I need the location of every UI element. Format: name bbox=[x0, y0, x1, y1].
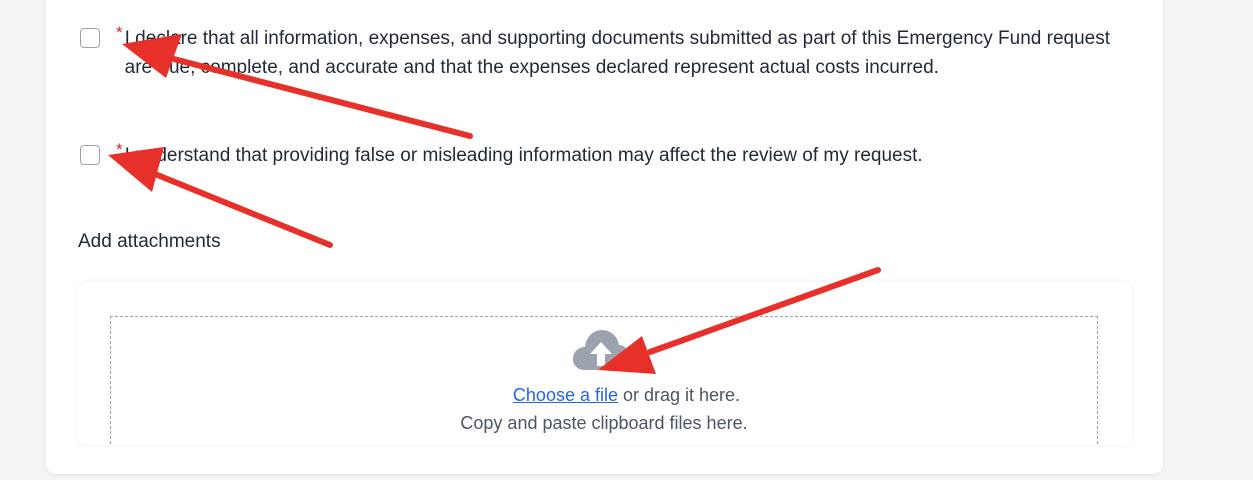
drag-text: or drag it here. bbox=[618, 385, 741, 405]
page-background-right bbox=[1163, 0, 1253, 480]
declaration-checkbox-false-info[interactable] bbox=[80, 145, 100, 165]
drop-instructions: Choose a file or drag it here. bbox=[0, 385, 1253, 406]
declaration-row-accuracy: * I declare that all information, expens… bbox=[80, 23, 1125, 82]
declaration-checkbox-accuracy[interactable] bbox=[80, 28, 100, 48]
choose-file-link[interactable]: Choose a file bbox=[513, 385, 618, 405]
required-marker: * bbox=[116, 140, 123, 159]
attachments-label: Add attachments bbox=[78, 231, 221, 252]
declaration-text-accuracy: I declare that all information, expenses… bbox=[124, 28, 1110, 78]
cloud-upload-icon bbox=[572, 330, 630, 370]
declaration-text-false-info: I understand that providing false or mis… bbox=[124, 145, 923, 166]
declaration-row-false-info: * I understand that providing false or m… bbox=[80, 140, 923, 170]
required-marker: * bbox=[116, 23, 123, 42]
paste-instructions: Copy and paste clipboard files here. bbox=[460, 413, 748, 433]
